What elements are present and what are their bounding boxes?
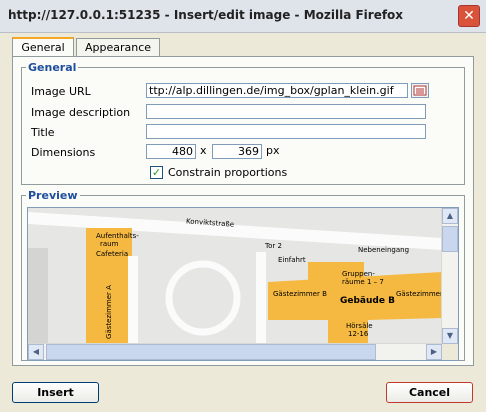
image-description-label: Image description bbox=[31, 106, 131, 119]
aufenthalt-label-1: Aufenthalts- bbox=[96, 232, 139, 240]
image-url-label: Image URL bbox=[31, 85, 91, 98]
window-title: http://127.0.0.1:51235 - Insert/edit ima… bbox=[8, 8, 404, 22]
hoersaele-label-1: Hörsäle bbox=[346, 322, 373, 330]
einfahrt-label: Einfahrt bbox=[278, 256, 306, 264]
gebaeude-label: Gebäude B bbox=[340, 296, 395, 306]
image-description-input[interactable] bbox=[146, 104, 426, 119]
scroll-corner bbox=[442, 344, 458, 360]
aufenthalt-label-2: raum bbox=[100, 240, 119, 248]
image-url-input[interactable]: ttp://alp.dillingen.de/img_box/gplan_kle… bbox=[146, 83, 408, 98]
dimensions-unit: px bbox=[266, 144, 280, 157]
scroll-right-button[interactable]: ▶ bbox=[426, 344, 442, 360]
gruppen-label-1: Gruppen- bbox=[342, 270, 375, 278]
dimensions-separator: x bbox=[200, 144, 207, 157]
preview-box: Konviktstraße Aufenthalts- raum Cafeteri… bbox=[27, 207, 459, 361]
general-legend: General bbox=[28, 61, 77, 74]
browse-button[interactable] bbox=[411, 83, 429, 98]
constrain-checkbox[interactable]: ✓ bbox=[150, 166, 163, 179]
scroll-down-button[interactable]: ▼ bbox=[442, 328, 458, 344]
gaestezimmer-label-1: Gästezimmer B bbox=[273, 290, 327, 298]
constrain-label: Constrain proportions bbox=[168, 166, 288, 179]
title-input[interactable] bbox=[146, 124, 426, 139]
dimensions-label: Dimensions bbox=[31, 146, 96, 159]
gruppen-label-2: räume 1 – 7 bbox=[342, 278, 384, 286]
title-label: Title bbox=[31, 126, 55, 139]
tor-label: Tor 2 bbox=[265, 242, 282, 250]
preview-vertical-scrollbar[interactable]: ▲ ▼ bbox=[441, 208, 458, 344]
scroll-up-button[interactable]: ▲ bbox=[442, 208, 458, 224]
horizontal-scroll-thumb[interactable] bbox=[46, 344, 376, 360]
scroll-left-button[interactable]: ◀ bbox=[28, 344, 44, 360]
title-bar: http://127.0.0.1:51235 - Insert/edit ima… bbox=[0, 0, 486, 33]
tab-appearance[interactable]: Appearance bbox=[76, 38, 160, 56]
hoersaele-label-2: 12-16 bbox=[348, 330, 369, 338]
close-button[interactable]: ✕ bbox=[458, 5, 480, 27]
gaestezimmer-a-label: Gästezimmer A bbox=[104, 285, 113, 339]
preview-legend: Preview bbox=[28, 189, 78, 202]
tab-general[interactable]: General bbox=[12, 37, 74, 57]
vertical-scroll-thumb[interactable] bbox=[442, 226, 458, 252]
insert-button[interactable]: Insert bbox=[12, 382, 99, 403]
preview-horizontal-scrollbar[interactable]: ◀ ▶ bbox=[28, 343, 442, 360]
cancel-button[interactable]: Cancel bbox=[386, 382, 473, 403]
tab-panel-general: General Image URL ttp://alp.dillingen.de… bbox=[12, 56, 474, 366]
browse-list-icon bbox=[413, 85, 427, 96]
campus-map-image bbox=[28, 208, 442, 344]
width-input[interactable]: 480 bbox=[146, 144, 196, 159]
nebeneingang-label: Nebeneingang bbox=[358, 246, 410, 254]
height-input[interactable]: 369 bbox=[212, 144, 262, 159]
cafeteria-label: Cafeteria bbox=[96, 250, 129, 258]
